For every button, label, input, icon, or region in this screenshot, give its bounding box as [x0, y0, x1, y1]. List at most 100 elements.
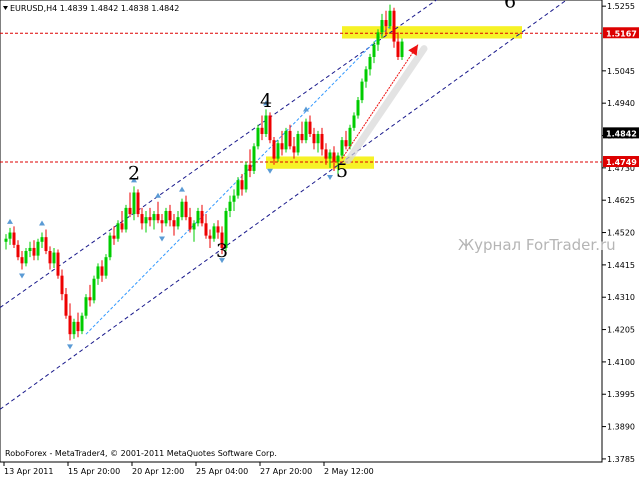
candle[interactable] — [56, 249, 60, 279]
candle[interactable] — [116, 220, 120, 242]
candle-body — [396, 41, 400, 57]
candle-body — [128, 207, 132, 215]
candle-body — [384, 20, 388, 27]
watermark-text: Журнал ForTrader.ru — [458, 236, 616, 254]
candle-body — [352, 115, 356, 128]
candle[interactable] — [252, 143, 256, 175]
candle[interactable] — [92, 275, 96, 304]
candle-body — [300, 133, 304, 141]
price-tag-label: 1.5167 — [606, 29, 637, 38]
x-tick-label: 27 Apr 20:00 — [260, 467, 312, 476]
candle[interactable] — [296, 130, 300, 156]
candle-body — [12, 232, 16, 245]
candle-body — [136, 192, 140, 215]
y-tick-label: 1.4415 — [607, 261, 635, 270]
chart-window[interactable]: Журнал ForTrader.ru 2 3 4 5 6 1.5255 1.5045 1.… — [0, 0, 640, 480]
candle-body — [360, 81, 364, 101]
candle[interactable] — [124, 204, 128, 233]
candle[interactable] — [84, 294, 88, 319]
candle[interactable] — [360, 78, 364, 104]
candle[interactable] — [284, 127, 288, 153]
target-zone — [342, 26, 522, 39]
candle-body — [40, 237, 44, 242]
candle-body — [192, 223, 196, 230]
price-tag-label: 1.4842 — [606, 129, 637, 138]
candle-body — [216, 226, 220, 233]
price-axis[interactable]: 1.52551.50451.49401.48351.47301.46251.45… — [602, 2, 639, 464]
candle[interactable] — [104, 254, 108, 279]
candle-body — [252, 146, 256, 171]
candle-body — [344, 140, 348, 147]
x-tick-label: 20 Apr 12:00 — [132, 467, 184, 476]
wave-label-5: 5 — [336, 160, 348, 182]
candle[interactable] — [304, 118, 308, 144]
candle-body — [196, 210, 200, 224]
candle-body — [356, 100, 360, 116]
y-tick-label: 1.4940 — [607, 99, 635, 108]
candle-body — [104, 257, 108, 276]
y-tick-label: 1.5255 — [607, 2, 635, 11]
y-tick-label: 1.4310 — [607, 293, 635, 302]
candle-body — [20, 257, 24, 264]
x-tick-label: 25 Apr 04:00 — [196, 467, 248, 476]
candle-body — [308, 121, 312, 134]
candle-body — [288, 130, 292, 147]
candle-body — [264, 115, 268, 134]
candle[interactable] — [256, 124, 260, 150]
candle[interactable] — [340, 137, 344, 159]
candle[interactable] — [244, 161, 248, 193]
candle-body — [232, 195, 236, 202]
wave-label-6: 6 — [504, 0, 516, 13]
candle-body — [248, 164, 252, 171]
candle-body — [76, 321, 80, 332]
price-chart[interactable]: Журнал ForTrader.ru 2 3 4 5 6 1.5255 1.5045 1.… — [0, 0, 640, 480]
candle-body — [112, 235, 116, 239]
candle-body — [256, 127, 260, 147]
candle-body — [200, 210, 204, 224]
y-tick-label: 1.3785 — [607, 455, 635, 464]
candle-body — [8, 232, 12, 239]
candle-body — [28, 247, 32, 252]
candle[interactable] — [108, 232, 112, 261]
candle-body — [260, 127, 264, 134]
candle-body — [208, 235, 212, 239]
candle[interactable] — [136, 189, 140, 218]
candle[interactable] — [276, 140, 280, 162]
y-tick-label: 1.5045 — [607, 67, 635, 76]
candle-body — [368, 56, 372, 70]
y-tick-label: 1.4625 — [607, 196, 635, 205]
candle-body — [348, 127, 352, 147]
candle-body — [240, 180, 244, 190]
candle-body — [364, 69, 368, 82]
candle[interactable] — [180, 198, 184, 221]
candle-body — [204, 223, 208, 236]
candle-body — [212, 226, 216, 239]
candle[interactable] — [356, 97, 360, 119]
candle[interactable] — [268, 112, 272, 144]
price-tag-label: 1.4749 — [606, 158, 637, 167]
candle-body — [68, 315, 72, 335]
candle[interactable] — [400, 38, 404, 61]
candle-body — [184, 201, 188, 218]
candle-body — [376, 32, 380, 45]
target-zone — [266, 156, 374, 169]
candle-body — [24, 251, 28, 264]
candle-body — [160, 220, 164, 224]
candle-body — [140, 214, 144, 224]
candle-body — [392, 10, 396, 42]
wave-label-4: 4 — [260, 90, 272, 112]
candle-body — [64, 294, 68, 316]
candle-body — [84, 297, 88, 316]
candle-body — [304, 121, 308, 141]
x-tick-label: 13 Apr 2011 — [4, 467, 53, 476]
y-tick-label: 1.4205 — [607, 326, 635, 335]
candle-body — [272, 140, 276, 159]
candle-body — [80, 315, 84, 332]
candle-body — [48, 251, 52, 264]
candle-body — [296, 133, 300, 153]
candle-body — [316, 133, 320, 144]
candle-body — [280, 143, 284, 150]
candle[interactable] — [236, 177, 240, 199]
candle[interactable] — [80, 312, 84, 335]
candle-body — [32, 247, 36, 256]
